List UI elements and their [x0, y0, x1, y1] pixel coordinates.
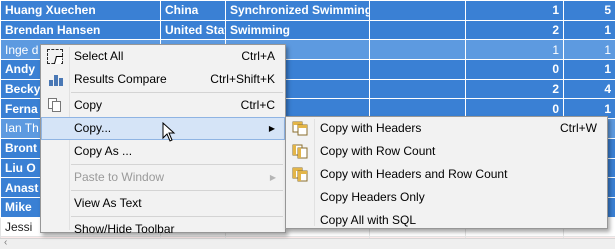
- copy-headers-row-count-icon: [292, 167, 308, 182]
- menu-item-results-compare[interactable]: Results Compare Ctrl+Shift+K: [41, 68, 285, 91]
- table-cell[interactable]: United States: [160, 19, 226, 41]
- table-cell[interactable]: 0: [465, 59, 564, 80]
- submenu-arrow-icon: ▶: [268, 124, 275, 133]
- table-cell[interactable]: Swimming: [225, 19, 370, 41]
- menu-item-label: Copy with Row Count: [320, 144, 436, 158]
- table-cell[interactable]: Brendan Hansen: [0, 19, 161, 41]
- menu-item-show-hide-toolbar[interactable]: Show/Hide Toolbar: [41, 218, 285, 241]
- menu-item-copy-with-headers-and-row-count[interactable]: Copy with Headers and Row Count: [286, 163, 607, 186]
- copy-submenu: Copy with Headers Ctrl+W Copy with Row C…: [285, 116, 608, 229]
- menu-item-label: Copy: [74, 98, 103, 112]
- table-cell[interactable]: 1: [465, 39, 564, 61]
- menu-item-label: Results Compare: [74, 72, 167, 86]
- menu-item-copy[interactable]: Copy Ctrl+C: [41, 94, 285, 117]
- table-cell[interactable]: China: [160, 0, 226, 21]
- menu-item-label: Paste to Window: [74, 170, 165, 184]
- table-row[interactable]: Huang Xuechen China Synchronized Swimming 1…: [0, 0, 615, 21]
- menu-item-label: Copy...: [74, 121, 112, 135]
- menu-item-label: Copy As ...: [74, 144, 133, 158]
- table-row[interactable]: Brendan HansenUnited StatesSwimming 21: [0, 19, 615, 41]
- compare-icon: [47, 72, 63, 87]
- table-cell[interactable]: 1: [563, 59, 615, 80]
- menu-item-view-as-text[interactable]: View As Text: [41, 192, 285, 215]
- table-cell[interactable]: [369, 0, 466, 21]
- menu-item-label: Copy with Headers and Row Count: [320, 167, 508, 181]
- table-cell[interactable]: 1: [563, 19, 615, 41]
- menu-item-label: Show/Hide Toolbar: [74, 222, 175, 236]
- table-cell[interactable]: 1: [563, 39, 615, 61]
- table-cell[interactable]: Huang Xuechen: [0, 0, 161, 21]
- table-cell[interactable]: 5: [563, 0, 615, 21]
- menu-item-paste-to-window: Paste to Window ▶: [41, 166, 285, 189]
- table-cell[interactable]: 2: [465, 78, 564, 100]
- menu-item-label: View As Text: [74, 196, 142, 210]
- menu-item-select-all[interactable]: Select All Ctrl+A: [41, 45, 285, 68]
- menu-separator: [71, 216, 283, 217]
- table-cell[interactable]: 1: [465, 0, 564, 21]
- menu-item-shortcut: Ctrl+A: [241, 49, 275, 63]
- menu-separator: [71, 92, 283, 93]
- table-cell[interactable]: [369, 59, 466, 80]
- table-cell[interactable]: 4: [563, 78, 615, 100]
- menu-item-shortcut: Ctrl+C: [240, 98, 275, 112]
- table-cell[interactable]: [369, 19, 466, 41]
- menu-item-copy-with-headers[interactable]: Copy with Headers Ctrl+W: [286, 117, 607, 140]
- scroll-left-arrow-icon[interactable]: ‹: [4, 237, 7, 248]
- menu-item-label: Select All: [74, 49, 124, 63]
- copy-row-count-icon: [292, 144, 308, 159]
- menu-item-copy-with-row-count[interactable]: Copy with Row Count: [286, 140, 607, 163]
- menu-item-copy-as[interactable]: Copy As ...: [41, 140, 285, 163]
- mouse-cursor-icon: [162, 122, 176, 142]
- menu-separator: [71, 190, 283, 191]
- menu-item-label: Copy with Headers: [320, 121, 422, 135]
- table-cell[interactable]: Synchronized Swimming: [225, 0, 370, 21]
- menu-separator: [71, 164, 283, 165]
- copy-headers-icon: [292, 121, 308, 136]
- menu-item-copy-all-with-sql[interactable]: Copy All with SQL: [286, 209, 607, 232]
- menu-item-shortcut: Ctrl+W: [560, 121, 597, 135]
- table-cell[interactable]: [369, 39, 466, 61]
- table-cell[interactable]: [369, 78, 466, 100]
- menu-item-label: Copy All with SQL: [320, 213, 417, 227]
- copy-icon: [47, 98, 63, 113]
- menu-item-label: Copy Headers Only: [320, 190, 425, 204]
- menu-item-shortcut: Ctrl+Shift+K: [210, 72, 275, 86]
- table-cell[interactable]: 2: [465, 19, 564, 41]
- menu-item-copy-headers-only[interactable]: Copy Headers Only: [286, 186, 607, 209]
- submenu-arrow-icon: ▶: [269, 173, 276, 182]
- select-all-icon: [47, 49, 63, 64]
